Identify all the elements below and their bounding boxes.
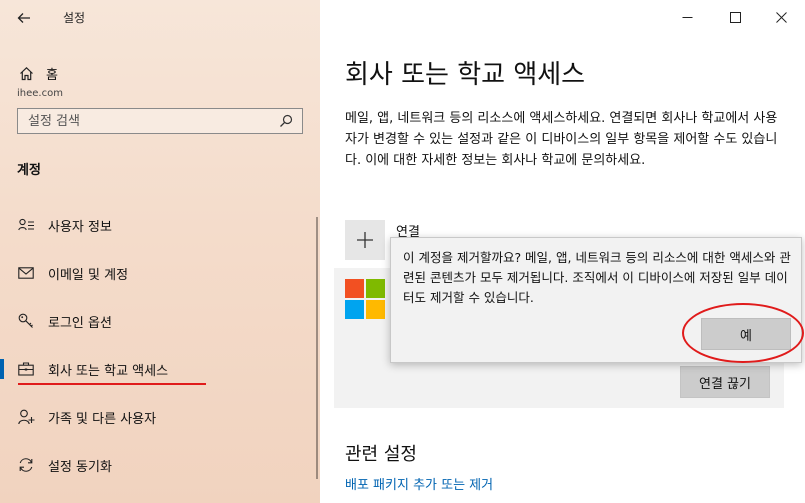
sidebar-item-label: 회사 또는 학교 액세스 [48, 363, 169, 379]
active-indicator [0, 359, 4, 379]
related-settings-title: 관련 설정 [345, 444, 417, 465]
remove-account-flyout: 이 계정을 제거할까요? 메일, 앱, 네트워크 등의 리소스에 대한 액세스와… [390, 237, 802, 363]
sidebar-item-label: 가족 및 다른 사용자 [48, 411, 157, 427]
sidebar-item-sync[interactable]: 설정 동기화 [0, 447, 320, 483]
minimize-icon [682, 16, 692, 18]
sidebar-item-work-school[interactable]: 회사 또는 학교 액세스 [0, 351, 320, 387]
disconnect-button[interactable]: 연결 끊기 [680, 366, 770, 398]
minimize-button[interactable] [665, 4, 709, 30]
sidebar: 설정 홈 ihee.com 계정 사용자 정보 이메일 및 계정 로그인 옵션 [0, 0, 320, 503]
home-link[interactable]: 홈 [18, 64, 58, 83]
related-link-provisioning[interactable]: 배포 패키지 추가 또는 제거 [345, 474, 493, 493]
maximize-button[interactable] [713, 4, 757, 30]
back-arrow-icon [17, 13, 30, 23]
person-card-icon [17, 216, 35, 234]
key-icon [17, 312, 35, 330]
sidebar-scrollbar[interactable] [316, 217, 318, 479]
microsoft-logo-icon [345, 279, 385, 319]
sidebar-item-family[interactable]: 가족 및 다른 사용자 [0, 399, 320, 435]
section-title: 계정 [17, 163, 41, 178]
sidebar-item-label: 사용자 정보 [48, 219, 112, 235]
back-button[interactable] [10, 6, 38, 30]
briefcase-icon [17, 360, 35, 378]
sync-icon [17, 456, 35, 474]
add-person-icon [17, 408, 35, 426]
maximize-icon [729, 11, 741, 23]
sidebar-item-user-info[interactable]: 사용자 정보 [0, 207, 320, 243]
close-button[interactable] [759, 4, 803, 30]
sidebar-item-sign-in[interactable]: 로그인 옵션 [0, 303, 320, 339]
page-title: 회사 또는 학교 액세스 [345, 60, 586, 90]
plus-icon [357, 232, 373, 248]
home-icon [18, 66, 34, 82]
search-box[interactable] [17, 108, 303, 134]
main-content: 회사 또는 학교 액세스 메일, 앱, 네트워크 등의 리소스에 액세스하세요.… [320, 0, 805, 503]
home-label: 홈 [46, 68, 58, 83]
connect-button[interactable] [345, 220, 385, 260]
sidebar-item-label: 설정 동기화 [48, 459, 112, 475]
annotation-underline [18, 383, 206, 385]
search-icon[interactable] [278, 113, 294, 129]
confirm-yes-button[interactable]: 예 [701, 318, 791, 350]
mail-icon [17, 264, 35, 282]
flyout-message: 이 계정을 제거할까요? 메일, 앱, 네트워크 등의 리소스에 대한 액세스와… [403, 250, 791, 305]
app-title: 설정 [63, 11, 86, 25]
search-input[interactable] [28, 113, 278, 129]
sidebar-item-label: 로그인 옵션 [48, 315, 112, 331]
sidebar-item-email[interactable]: 이메일 및 계정 [0, 255, 320, 291]
sidebar-item-label: 이메일 및 계정 [48, 267, 129, 283]
page-description: 메일, 앱, 네트워크 등의 리소스에 액세스하세요. 연결되면 회사나 학교에… [345, 111, 778, 168]
close-icon [775, 11, 787, 23]
account-domain: ihee.com [17, 88, 63, 99]
